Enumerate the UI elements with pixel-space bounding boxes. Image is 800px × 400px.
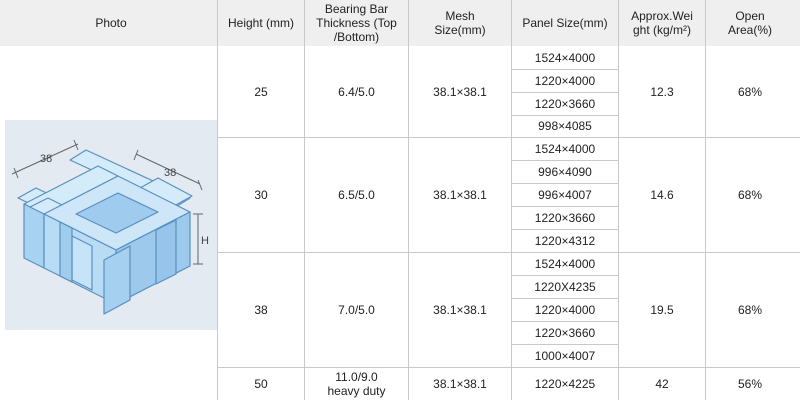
header-bearing-bar: Bearing Bar Thickness (Top /Bottom)	[316, 2, 397, 44]
header-photo: Photo	[95, 16, 127, 30]
cell-panel-size: 996×4007	[538, 188, 592, 202]
cell-thickness: 7.0/5.0	[338, 303, 375, 317]
cell-panel-size: 1220X4235	[534, 280, 596, 294]
cell-mesh: 38.1×38.1	[433, 188, 487, 202]
dim-label-left: 38	[40, 153, 52, 165]
cell-thickness: 6.4/5.0	[338, 84, 375, 99]
cell-weight: 19.5	[650, 303, 674, 317]
cell-height: 50	[254, 377, 268, 391]
thickness-note: heavy duty	[327, 384, 386, 398]
grating-spec-table: Photo Height (mm) Bearing Bar Thickness …	[0, 0, 800, 400]
header-weight: Approx.Wei ght (kg/m²)	[631, 9, 693, 37]
cell-panel-size: 1524×4000	[534, 50, 596, 65]
thickness-value: 11.0/9.0	[335, 370, 378, 384]
header-mesh: Mesh Size(mm)	[434, 9, 486, 37]
cell-panel-size: 998×4085	[538, 119, 592, 133]
cell-panel-size: 1220×3660	[534, 96, 596, 111]
cell-open-area: 68%	[737, 188, 763, 202]
cell-height: 30	[254, 188, 268, 202]
cell-thickness: 11.0/9.0 heavy duty	[305, 368, 408, 400]
cell-open-area: 56%	[737, 377, 763, 391]
cell-open-area: 68%	[737, 84, 763, 99]
header-panel-size: Panel Size(mm)	[522, 16, 608, 30]
cell-mesh: 38.1×38.1	[433, 303, 487, 317]
cell-panel-size: 1220×4000	[534, 303, 596, 317]
cell-mesh: 38.1×38.1	[433, 377, 487, 391]
header-open-area: Open Area(%)	[727, 9, 772, 37]
cell-panel-size: 1000×4007	[534, 349, 596, 363]
grating-diagram: 38 38 H	[11, 139, 209, 315]
cell-panel-size: 1524×4000	[534, 257, 596, 271]
cell-weight: 42	[655, 377, 669, 391]
cell-thickness: 6.5/5.0	[338, 188, 375, 202]
cell-panel-size: 1220×3660	[534, 211, 596, 225]
cell-panel-size: 1220×3660	[534, 326, 596, 340]
cell-open-area: 68%	[737, 303, 763, 317]
cell-weight: 12.3	[650, 84, 674, 99]
cell-height: 25	[254, 84, 268, 99]
dim-label-right: 38	[164, 167, 176, 179]
cell-height: 38	[254, 303, 268, 317]
cell-panel-size: 1524×4000	[534, 142, 596, 156]
cell-weight: 14.6	[650, 188, 674, 202]
cell-panel-size: 1220×4312	[534, 234, 596, 248]
cell-panel-size: 1220×4000	[534, 73, 596, 88]
cell-mesh: 38.1×38.1	[433, 84, 487, 99]
cell-panel-size: 1220×4225	[534, 377, 596, 391]
header-height: Height (mm)	[227, 16, 294, 30]
dim-label-height: H	[201, 235, 209, 247]
cell-panel-size: 996×4090	[538, 165, 592, 179]
